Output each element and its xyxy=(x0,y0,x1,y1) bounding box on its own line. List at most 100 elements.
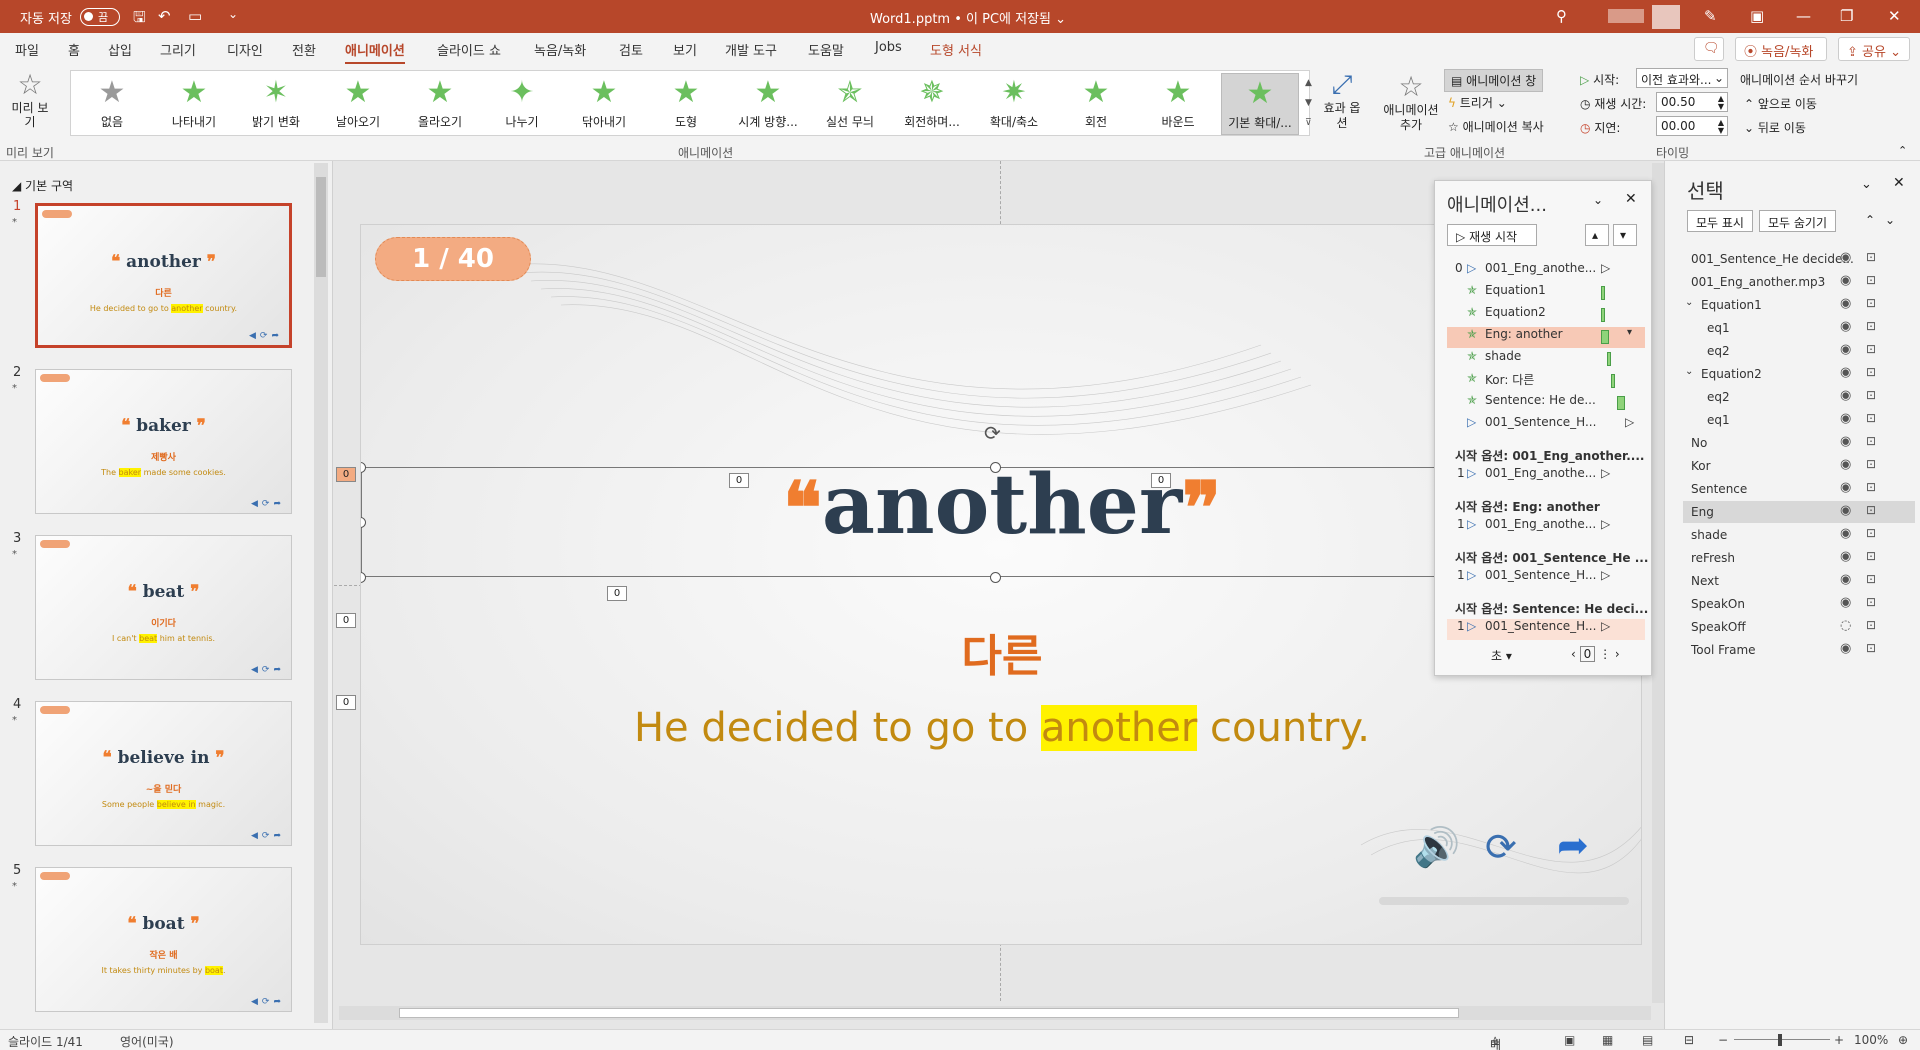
zoom-level[interactable]: 100% xyxy=(1854,1033,1888,1047)
zoom-in-icon[interactable]: + xyxy=(1834,1033,1844,1047)
collapse-ribbon-icon[interactable]: ⌃ xyxy=(1898,144,1907,157)
anim-wheel[interactable]: ★ 시계 방향... xyxy=(729,73,807,135)
unlock-icon[interactable]: ⊡ xyxy=(1866,526,1876,540)
selection-item[interactable]: reFresh ◉ ⊡ xyxy=(1683,547,1915,569)
selection-item[interactable]: Next ◉ ⊡ xyxy=(1683,570,1915,592)
anim-item[interactable]: 0 ▷ 001_Eng_anothe... ▷ xyxy=(1447,261,1645,282)
unlock-icon[interactable]: ⊡ xyxy=(1866,572,1876,586)
tab-shape-format[interactable]: 도형 서식 xyxy=(930,40,982,59)
tab-record[interactable]: 녹음/녹화 xyxy=(534,40,586,59)
anim-none[interactable]: ★ 없음 xyxy=(73,73,151,135)
eye-icon[interactable]: ◉ xyxy=(1840,273,1851,288)
eye-icon[interactable]: ◉ xyxy=(1840,572,1851,587)
send-backward-button[interactable]: ⌄ xyxy=(1881,210,1899,232)
eye-icon[interactable]: ◉ xyxy=(1840,296,1851,311)
anim-item[interactable]: ✯ shade xyxy=(1447,349,1645,370)
anim-basic-zoom[interactable]: ★ 기본 확대/... xyxy=(1221,73,1299,135)
slideshow-icon[interactable]: ⊟ xyxy=(1684,1033,1694,1047)
eye-icon[interactable]: ◉ xyxy=(1840,388,1851,403)
tab-animations[interactable]: 애니메이션 xyxy=(345,40,405,65)
anim-wipe[interactable]: ★ 닦아내기 xyxy=(565,73,643,135)
section-header[interactable]: ◢ 기본 구역 xyxy=(12,177,73,194)
restore-icon[interactable]: ❐ xyxy=(1840,7,1853,25)
eye-icon[interactable]: ◉ xyxy=(1840,503,1851,518)
anim-random-bars[interactable]: ✯ 실선 무늬 xyxy=(811,73,889,135)
speaker-icon[interactable]: 🔊 xyxy=(1413,825,1460,870)
start-dropdown[interactable]: 이전 효과와... ⌄ xyxy=(1636,68,1728,88)
eye-icon[interactable]: ◉ xyxy=(1840,434,1851,449)
zoom-out-icon[interactable]: − xyxy=(1718,1033,1728,1047)
tab-help[interactable]: 도움말 xyxy=(808,40,844,59)
fit-slide-icon[interactable]: ⊕ xyxy=(1898,1033,1908,1047)
avatar[interactable] xyxy=(1652,5,1680,29)
close-icon[interactable]: ✕ xyxy=(1893,175,1905,191)
share-button[interactable]: ⇪ 공유 ⌄ xyxy=(1838,37,1910,61)
anim-item[interactable]: ✯ Equation1 xyxy=(1447,283,1645,304)
selection-item[interactable]: eq1 ◉ ⊡ xyxy=(1683,409,1915,431)
tab-review[interactable]: 검토 xyxy=(619,40,643,59)
gallery-scroll[interactable]: ▲ ▼ ⊽ xyxy=(1305,73,1312,133)
eye-icon[interactable]: ◉ xyxy=(1840,595,1851,610)
anim-bounce[interactable]: ★ 바운드 xyxy=(1139,73,1217,135)
preview-button[interactable]: ☆ 미리 보기 xyxy=(8,68,52,129)
language-indicator[interactable]: 영어(미국) xyxy=(120,1033,174,1050)
eye-icon[interactable]: ◉ xyxy=(1840,319,1851,334)
minimize-icon[interactable]: — xyxy=(1796,7,1811,25)
thumb-scrollbar[interactable] xyxy=(314,163,328,1023)
pane-options-icon[interactable]: ⌄ xyxy=(1593,193,1603,207)
timeline-nav[interactable]: ‹ 0 ⋮ › xyxy=(1571,646,1620,662)
anim-item[interactable]: ✯ Equation2 xyxy=(1447,305,1645,326)
seconds-dropdown[interactable]: 초 ▾ xyxy=(1491,647,1512,664)
delay-spinner[interactable]: 00.00 ▲ ▼ xyxy=(1656,116,1728,136)
selection-item[interactable]: SpeakOn ◉ ⊡ xyxy=(1683,593,1915,615)
selection-item[interactable]: 001_Sentence_He decide... ◉ ⊡ xyxy=(1683,248,1915,270)
anim-grow-turn[interactable]: ✵ 회전하며... xyxy=(893,73,971,135)
collapse-icon[interactable]: ⌄ xyxy=(1685,297,1693,308)
anim-float-in[interactable]: ★ 올라오기 xyxy=(401,73,479,135)
add-animation-button[interactable]: ☆ 애니메이션 추가 xyxy=(1378,70,1444,133)
close-icon[interactable]: ✕ xyxy=(1625,191,1637,207)
unlock-icon[interactable]: ⊡ xyxy=(1866,296,1876,310)
unlock-icon[interactable]: ⊡ xyxy=(1866,480,1876,494)
eye-icon[interactable]: ◉ xyxy=(1840,411,1851,426)
zoom-slider[interactable] xyxy=(1734,1039,1830,1040)
unlock-icon[interactable]: ⊡ xyxy=(1866,434,1876,448)
unlock-icon[interactable]: ⊡ xyxy=(1866,411,1876,425)
anim-item[interactable]: ✯ Sentence: He de... xyxy=(1447,393,1645,414)
slide-thumbnail[interactable]: ❝ another ❞ 다른 He decided to go to another… xyxy=(35,203,292,348)
show-all-button[interactable]: 모두 표시 xyxy=(1687,210,1753,232)
trigger-button[interactable]: ϟ 트리거 ⌄ xyxy=(1448,94,1507,111)
collapse-icon[interactable]: ⌄ xyxy=(1685,366,1693,377)
trigger-item[interactable]: 1 ▷ 001_Sentence_H... ▷ xyxy=(1447,568,1645,589)
normal-view-icon[interactable]: ▣ xyxy=(1564,1033,1575,1047)
selection-item[interactable]: shade ◉ ⊡ xyxy=(1683,524,1915,546)
eye-icon[interactable]: ◉ xyxy=(1840,250,1851,265)
anim-zoom[interactable]: ✷ 확대/축소 xyxy=(975,73,1053,135)
selection-item[interactable]: Sentence ◉ ⊡ xyxy=(1683,478,1915,500)
resize-handle[interactable] xyxy=(990,572,1001,583)
tab-transitions[interactable]: 전환 xyxy=(292,40,316,59)
tab-design[interactable]: 디자인 xyxy=(227,40,263,59)
eye-icon[interactable]: ◉ xyxy=(1840,641,1851,656)
eye-hidden-icon[interactable]: ◌ xyxy=(1840,618,1851,633)
slide-thumbnail[interactable]: ❝ beat ❞ 이기다 I can't beat him at tennis. ◀⟳… xyxy=(35,535,292,680)
trigger-item[interactable]: 1 ▷ 001_Eng_anothe... ▷ xyxy=(1447,466,1645,487)
hide-all-button[interactable]: 모두 숨기기 xyxy=(1759,210,1837,232)
unlock-icon[interactable]: ⊡ xyxy=(1866,595,1876,609)
eye-icon[interactable]: ◉ xyxy=(1840,457,1851,472)
unlock-icon[interactable]: ⊡ xyxy=(1866,273,1876,287)
effect-options-button[interactable]: ⤢ 효과 옵션 xyxy=(1322,70,1362,131)
move-earlier-button[interactable]: ⌃ 앞으로 이동 xyxy=(1744,95,1817,112)
tab-draw[interactable]: 그리기 xyxy=(160,40,196,59)
selection-item[interactable]: eq1 ◉ ⊡ xyxy=(1683,317,1915,339)
chevron-down-icon[interactable]: ▾ xyxy=(1627,327,1632,338)
selection-item[interactable]: 001_Eng_another.mp3 ◉ ⊡ xyxy=(1683,271,1915,293)
pen-icon[interactable]: ✎ xyxy=(1704,7,1717,25)
tab-view[interactable]: 보기 xyxy=(673,40,697,59)
animation-pane-button[interactable]: ▤ 애니메이션 창 xyxy=(1444,69,1544,92)
selection-item[interactable]: eq2 ◉ ⊡ xyxy=(1683,340,1915,362)
tab-file[interactable]: 파일 xyxy=(15,40,39,59)
eye-icon[interactable]: ◉ xyxy=(1840,526,1851,541)
eye-icon[interactable]: ◉ xyxy=(1840,480,1851,495)
play-from-button[interactable]: ▷ 재생 시작 xyxy=(1447,224,1537,246)
